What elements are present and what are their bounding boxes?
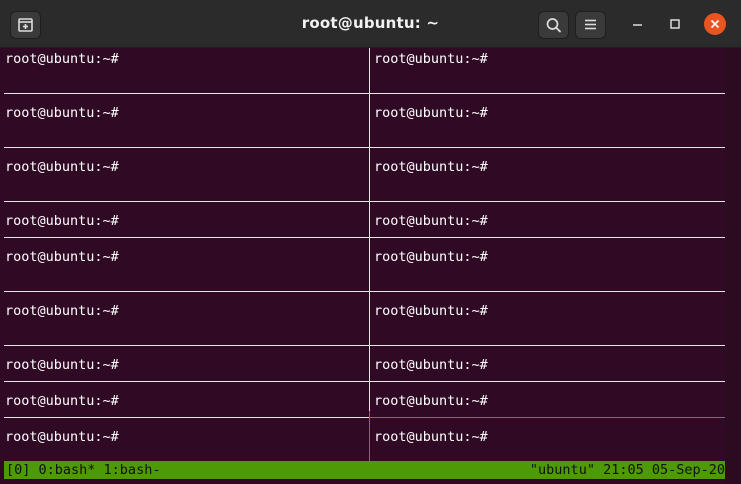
close-button[interactable] [704, 13, 726, 35]
pane-prompt[interactable]: root@ubuntu:~# [5, 213, 119, 229]
window-list[interactable]: 0:bash* 1:bash- [39, 462, 161, 478]
pane-prompt[interactable]: root@ubuntu:~# [5, 393, 119, 409]
pane-divider [4, 417, 369, 418]
title-bar: root@ubuntu: ~ [0, 0, 741, 48]
pane-prompt[interactable]: root@ubuntu:~# [5, 51, 119, 67]
pane-prompt[interactable]: root@ubuntu:~# [374, 357, 488, 373]
pane-divider [4, 381, 725, 382]
pane-prompt[interactable]: root@ubuntu:~# [5, 159, 119, 175]
pane-prompt[interactable]: root@ubuntu:~# [374, 51, 488, 67]
pane-divider [4, 147, 725, 148]
status-left: [0] 0:bash* 1:bash- [6, 461, 160, 479]
pane-prompt[interactable]: root@ubuntu:~# [5, 105, 119, 121]
tmux-status-bar: [0] 0:bash* 1:bash- "ubuntu" 21:05 05-Se… [4, 461, 725, 479]
menu-button[interactable] [575, 11, 606, 39]
active-pane-border [369, 411, 370, 461]
pane-divider-vertical [369, 48, 370, 411]
pane-prompt[interactable]: root@ubuntu:~# [374, 249, 488, 265]
pane-prompt[interactable]: root@ubuntu:~# [5, 429, 119, 445]
search-icon [546, 18, 561, 33]
pane-prompt[interactable]: root@ubuntu:~# [374, 429, 488, 445]
pane-prompt[interactable]: root@ubuntu:~# [5, 249, 119, 265]
minimize-button[interactable] [627, 13, 649, 35]
status-right: "ubuntu" 21:05 05-Sep-20 [529, 462, 725, 478]
hamburger-menu-icon [585, 19, 596, 30]
pane-prompt[interactable]: root@ubuntu:~# [374, 303, 488, 319]
pane-prompt[interactable]: root@ubuntu:~# [374, 159, 488, 175]
search-button[interactable] [538, 11, 569, 39]
terminal-window: root@ubuntu: ~ root@ubuntu:~# root@ubunt… [0, 0, 741, 484]
pane-prompt[interactable]: root@ubuntu:~# [5, 357, 119, 373]
minimize-icon [633, 24, 642, 26]
pane-prompt[interactable]: root@ubuntu:~# [374, 105, 488, 121]
pane-divider [4, 237, 725, 238]
close-icon [710, 19, 720, 29]
pane-prompt[interactable]: root@ubuntu:~# [374, 213, 488, 229]
scrollbar-gutter [725, 48, 741, 484]
session-index: [0] [6, 462, 31, 478]
pane-divider [4, 93, 725, 94]
maximize-icon [670, 19, 680, 29]
active-pane-border [369, 417, 725, 418]
pane-prompt[interactable]: root@ubuntu:~# [374, 393, 488, 409]
pane-prompt[interactable]: root@ubuntu:~# [5, 303, 119, 319]
pane-divider [4, 345, 725, 346]
maximize-button[interactable] [664, 13, 686, 35]
pane-divider [4, 201, 725, 202]
pane-divider [4, 291, 725, 292]
